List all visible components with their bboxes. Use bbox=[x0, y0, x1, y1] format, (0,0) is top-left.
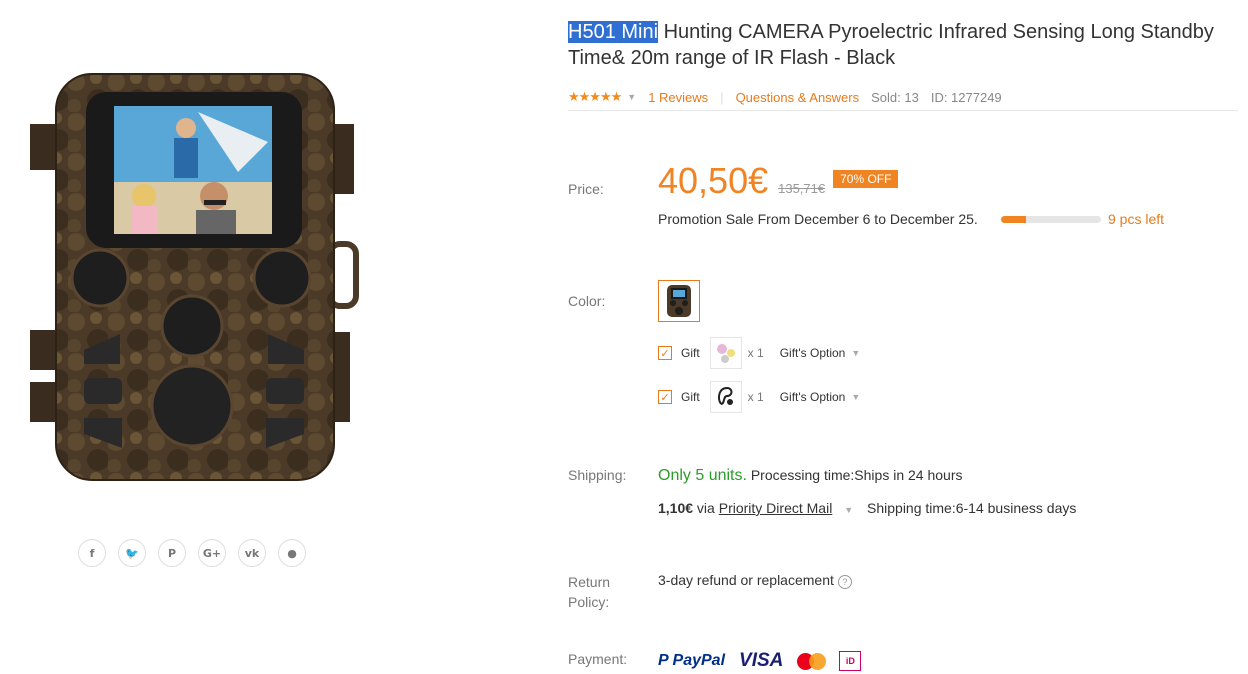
processing-time: Processing time:Ships in 24 hours bbox=[746, 467, 963, 483]
visa-icon: VISA bbox=[739, 650, 784, 671]
promotion-text: Promotion Sale From December 6 to Decemb… bbox=[658, 211, 978, 227]
gift-checkbox[interactable]: ✓ bbox=[658, 346, 672, 360]
hunting-camera-image bbox=[30, 73, 359, 481]
gift-label: Gift bbox=[681, 390, 700, 404]
color-swatch-black[interactable] bbox=[658, 280, 700, 322]
color-label: Color: bbox=[568, 293, 606, 309]
product-meta: ★★★★★ ▼ 1 Reviews | Questions & Answers … bbox=[568, 84, 1238, 111]
help-icon[interactable]: ? bbox=[837, 575, 852, 589]
chevron-down-icon[interactable]: ▼ bbox=[851, 392, 860, 402]
current-price: 40,50€ bbox=[658, 160, 769, 201]
reviews-link[interactable]: 1 Reviews bbox=[648, 90, 708, 105]
qa-link[interactable]: Questions & Answers bbox=[736, 90, 860, 105]
shipping-method-row: 1,10€ via Priority Direct Mail ▼ Shippin… bbox=[658, 500, 1076, 516]
chevron-down-icon[interactable]: ▼ bbox=[844, 505, 853, 515]
twitter-icon[interactable]: 🐦 bbox=[118, 539, 146, 567]
return-policy-text: 3-day refund or replacement? bbox=[658, 572, 852, 589]
return-label-line2: Policy: bbox=[568, 594, 610, 610]
shipping-units: Only 5 units. Processing time:Ships in 2… bbox=[658, 467, 963, 485]
gift-earphone-icon[interactable] bbox=[709, 381, 742, 413]
chevron-down-icon[interactable]: ▼ bbox=[851, 348, 860, 358]
vk-icon[interactable]: vk bbox=[238, 539, 266, 567]
product-id: ID: 1277249 bbox=[930, 89, 1002, 105]
via-text: via bbox=[693, 500, 719, 516]
camera-thumbnail-icon bbox=[667, 285, 691, 317]
payment-label: Payment: bbox=[568, 651, 628, 667]
gift-qty: x 1 bbox=[747, 390, 764, 404]
gift-row-2: ✓ Gift x 1 Gift's Option ▼ bbox=[658, 380, 860, 414]
mastercard-icon bbox=[797, 651, 827, 671]
stock-progress-fill bbox=[1001, 216, 1026, 223]
divider: | bbox=[720, 89, 724, 105]
paypal-icon: P PayPal bbox=[658, 652, 726, 669]
sold-count: Sold: 13 bbox=[871, 89, 919, 105]
payment-methods: P PayPal VISA iD bbox=[658, 648, 862, 674]
title-rest: Hunting CAMERA Pyroelectric Infrared Sen… bbox=[568, 21, 1214, 69]
google-plus-icon[interactable]: G+ bbox=[198, 539, 226, 567]
reddit-icon[interactable]: ● bbox=[278, 539, 306, 567]
old-price: 135,71€ bbox=[778, 181, 826, 196]
shipping-label: Shipping: bbox=[568, 467, 627, 483]
product-title: H501 Mini Hunting CAMERA Pyroelectric In… bbox=[568, 19, 1238, 71]
shipping-cost: 1,10€ bbox=[658, 500, 694, 516]
product-image[interactable] bbox=[28, 72, 360, 484]
return-label-line1: Return bbox=[568, 574, 611, 590]
gift-checkbox[interactable]: ✓ bbox=[658, 390, 672, 404]
gift-label: Gift bbox=[681, 346, 700, 360]
gift-row-1: ✓ Gift x 1 Gift's Option ▼ bbox=[658, 336, 860, 370]
rating-stars-icon[interactable]: ★★★★★ bbox=[568, 89, 622, 105]
facebook-icon[interactable]: f bbox=[78, 539, 106, 567]
return-policy-label: Return Policy: bbox=[568, 572, 610, 612]
shipping-time: Shipping time:6-14 business days bbox=[867, 500, 1077, 516]
pcs-left: 9 pcs left bbox=[1108, 211, 1165, 227]
gift-toy-icon[interactable] bbox=[709, 337, 742, 369]
refund-text: 3-day refund or replacement bbox=[658, 572, 834, 588]
shipping-method-select[interactable]: Priority Direct Mail bbox=[719, 500, 833, 516]
pinterest-icon[interactable]: P bbox=[158, 539, 186, 567]
gift-option-select[interactable]: Gift's Option bbox=[780, 390, 846, 404]
price-label: Price: bbox=[568, 181, 604, 197]
gift-option-select[interactable]: Gift's Option bbox=[780, 346, 846, 360]
price-row: 40,50€ 135,71€ 70% OFF bbox=[658, 160, 899, 202]
ideal-icon: iD bbox=[839, 651, 862, 671]
gift-qty: x 1 bbox=[747, 346, 764, 360]
title-highlight: H501 Mini bbox=[568, 21, 659, 43]
units-left: Only 5 units. bbox=[658, 467, 747, 484]
chevron-down-icon[interactable]: ▼ bbox=[627, 92, 636, 102]
stock-progress-bar bbox=[1001, 216, 1101, 223]
discount-badge: 70% OFF bbox=[833, 170, 899, 188]
